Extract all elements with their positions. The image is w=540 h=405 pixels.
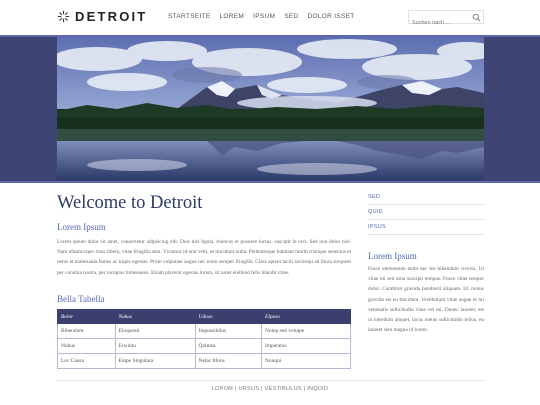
table-cell: Eloquenti	[114, 323, 196, 339]
search-input[interactable]	[409, 17, 469, 29]
search-box	[408, 10, 484, 29]
nav-item-dolor-isset[interactable]: DOLOR ISSET	[307, 13, 354, 20]
table-cell: Nelac Ithios	[194, 353, 263, 369]
table-cell: Loc Causa	[57, 353, 116, 369]
nav-item-sed[interactable]: SED	[284, 13, 298, 20]
table-header-row: Bolor Nukus Udoso Elpaso	[57, 309, 351, 324]
sidebar-links: SED QUID IPSUS	[368, 190, 484, 235]
page-title: Welcome to Detroit	[57, 193, 203, 213]
table-header: Bolor	[57, 309, 116, 324]
table-cell: Nukus	[57, 338, 116, 354]
table-cell: Imperatus	[261, 338, 351, 354]
footer-link-ursus[interactable]: URSUS	[238, 386, 259, 392]
logo-text: DETROIT	[75, 9, 148, 24]
footer-divider	[57, 380, 484, 381]
table-row: Bibendum Eloquenti Impossibilus Nolep se…	[57, 323, 351, 339]
main-nav: STARTSEITE LOREM IPSUM SED DOLOR ISSET	[168, 13, 364, 20]
sun-rays-icon	[57, 10, 70, 23]
sidebar-paragraph: Fusce elementum enim nec leo bibendum vi…	[368, 266, 484, 334]
section-title-lorem-ipsum: Lorem Ipsum	[57, 222, 106, 232]
table-cell: Nolep sed volutpe	[261, 323, 351, 339]
nav-item-lorem[interactable]: LOREM	[220, 13, 245, 20]
table-row: Loc Causa Empe Singulara Nelac Ithios Nu…	[57, 353, 351, 369]
sidebar-item-ipsus[interactable]: IPSUS	[368, 220, 484, 235]
footer-link-vestibulus[interactable]: VESTIBULUS	[265, 386, 302, 392]
nav-item-startseite[interactable]: STARTSEITE	[168, 13, 211, 20]
table-cell: Quintus	[194, 338, 263, 354]
table-cell: Impossibilus	[194, 323, 263, 339]
section-title-bella-tabella: Bella Tabella	[57, 294, 105, 304]
logo[interactable]: DETROIT	[57, 9, 147, 24]
table-cell: Erwintu	[114, 338, 196, 354]
site-footer: LOPOM | URSUS | VESTIBULUS | INQUID	[0, 386, 540, 392]
sidebar-title: Lorem Ipsum	[368, 251, 417, 261]
table-cell: Bibendum	[57, 323, 116, 339]
nav-item-ipsum[interactable]: IPSUM	[253, 13, 275, 20]
footer-link-lopom[interactable]: LOPOM	[212, 386, 233, 392]
banner-image	[57, 37, 484, 180]
data-table: Bolor Nukus Udoso Elpaso Bibendum Eloque…	[57, 309, 351, 369]
table-cell: Nunqui	[261, 353, 351, 369]
intro-paragraph: Lorem ipsum dolor sit amet, consectetur …	[57, 239, 351, 276]
site-header: DETROIT STARTSEITE LOREM IPSUM SED DOLOR…	[0, 0, 540, 35]
table-header: Elpaso	[261, 309, 351, 324]
table-row: Nukus Erwintu Quintus Imperatus	[57, 338, 351, 354]
footer-link-inquid[interactable]: INQUID	[307, 386, 328, 392]
table-cell: Empe Singulara	[114, 353, 196, 369]
table-header: Nukus	[114, 309, 196, 324]
table-header: Udoso	[194, 309, 263, 324]
search-icon[interactable]	[472, 13, 481, 22]
sidebar-item-sed[interactable]: SED	[368, 190, 484, 205]
sidebar-item-quid[interactable]: QUID	[368, 205, 484, 220]
